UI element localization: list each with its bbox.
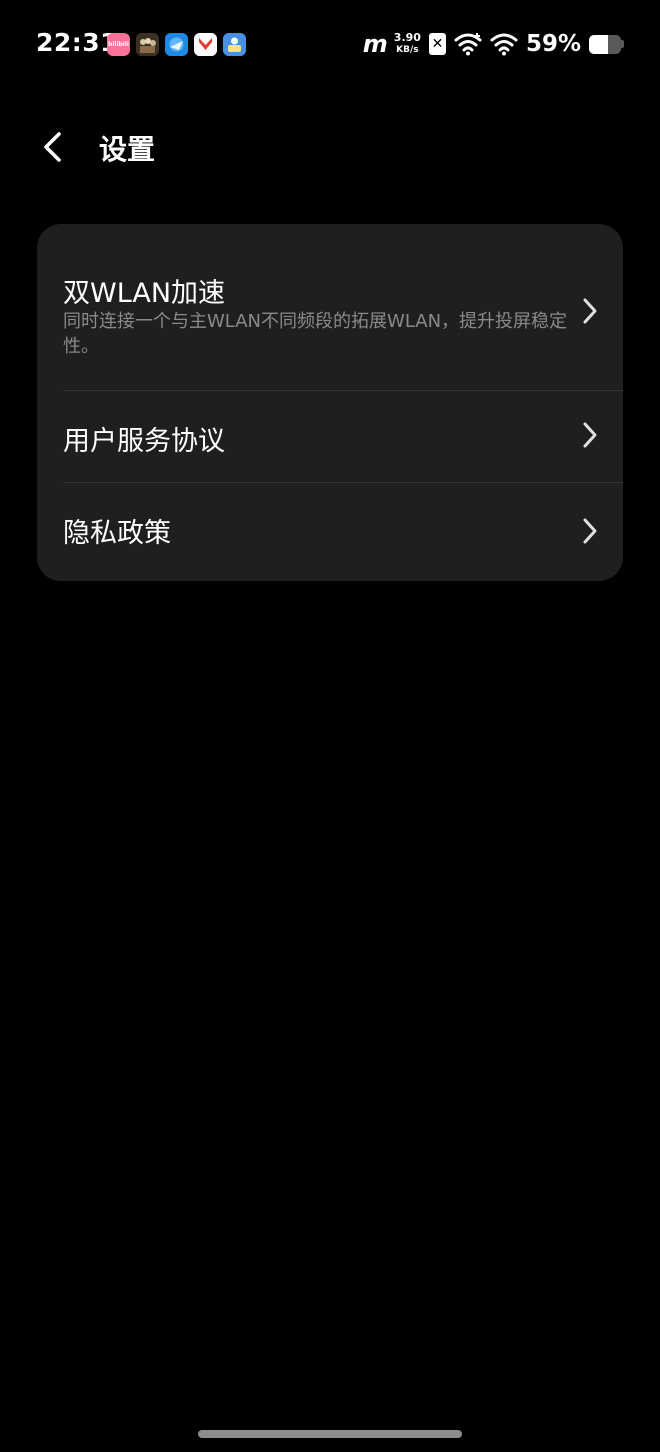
network-speed-value: 3.90 [393, 31, 421, 44]
battery-fill [589, 34, 608, 54]
yandex-app-icon-art [194, 33, 217, 56]
user-service-agreement-title: 用户服务协议 [63, 426, 225, 457]
notification-icons: bilibili [107, 33, 246, 56]
home-indicator[interactable] [198, 1430, 462, 1438]
chevron-right-icon [583, 298, 597, 324]
no-sim-label: ✕ [431, 36, 444, 52]
no-sim-icon: ✕ [428, 33, 446, 55]
network-speed: 3.90 KB/s [394, 32, 421, 56]
user-service-agreement-item[interactable]: 用户服务协议 [37, 391, 623, 482]
page-title: 设置 [99, 133, 156, 166]
dual-wlan-acceleration-title: 双WLAN加速 [63, 278, 226, 309]
privacy-policy-title: 隐私政策 [63, 518, 171, 549]
app-header: 设置 [0, 112, 660, 182]
battery-percent: 59% [525, 31, 581, 57]
settings-card: 双WLAN加速 同时连接一个与主WLAN不同频段的拓展WLAN，提升投屏稳定性。… [37, 224, 623, 581]
carrier-signal-icon: m [362, 30, 388, 58]
status-right: m 3.90 KB/s ✕ 59% [363, 28, 624, 60]
chevron-right-icon [583, 422, 597, 448]
network-speed-unit: KB/s [396, 45, 419, 55]
browser-app-icon-art [165, 33, 188, 56]
chevron-right-icon [583, 518, 597, 544]
battery-icon [589, 34, 624, 54]
bilibili-app-icon-label: bilibili [108, 41, 129, 48]
dual-wlan-acceleration-description: 同时连接一个与主WLAN不同频段的拓展WLAN，提升投屏稳定性。 [63, 311, 568, 357]
wifi-icon [490, 33, 518, 56]
bilibili-app-icon: bilibili [107, 33, 130, 56]
dual-wlan-acceleration-item[interactable]: 双WLAN加速 同时连接一个与主WLAN不同频段的拓展WLAN，提升投屏稳定性。 [37, 224, 623, 390]
yandex-app-icon [194, 33, 217, 56]
battery-tip [621, 40, 624, 48]
chevron-left-icon [44, 132, 61, 162]
files-app-icon-art [223, 33, 246, 56]
browser-app-icon [165, 33, 188, 56]
battery-body [589, 34, 621, 54]
status-bar: 22:31 bilibili m 3.90 KB/s ✕ 59% [0, 0, 660, 88]
back-button[interactable] [30, 124, 76, 170]
status-time: 22:31 [36, 28, 119, 57]
privacy-policy-item[interactable]: 隐私政策 [37, 483, 623, 581]
files-app-icon [223, 33, 246, 56]
game-app-icon [136, 33, 159, 56]
game-app-icon-art [136, 33, 159, 56]
wifi-hotspot-icon [454, 33, 482, 56]
